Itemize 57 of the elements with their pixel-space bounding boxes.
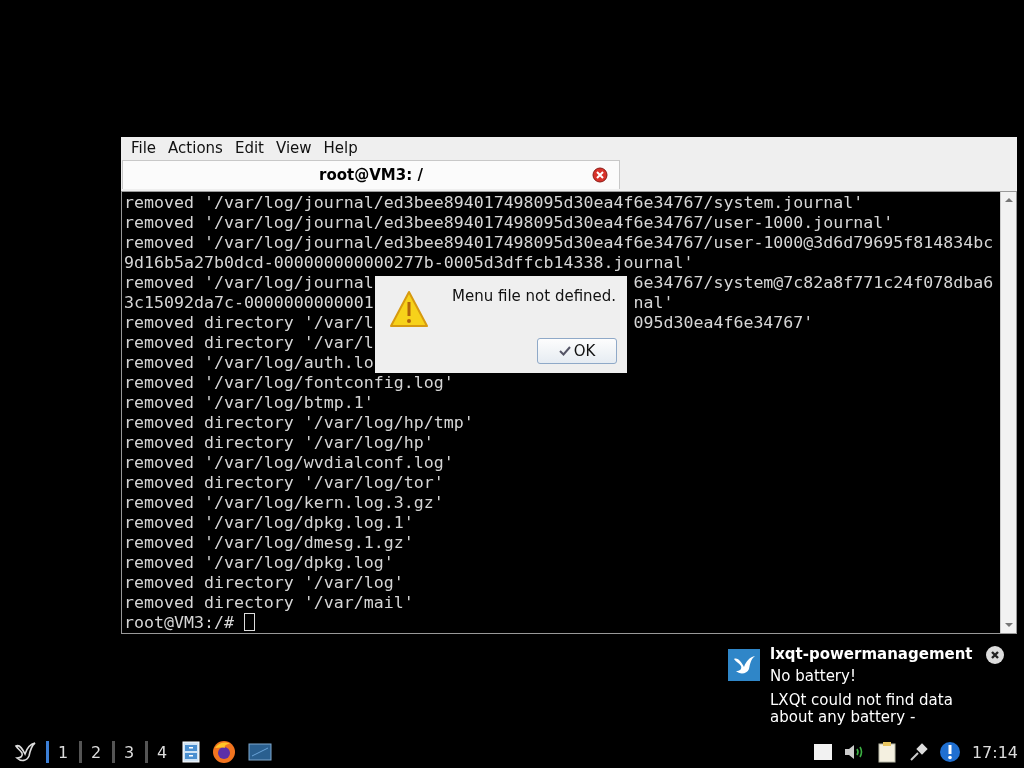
terminal-line: 3c15092da7c-0000000000001 bbox=[124, 293, 374, 312]
warning-icon bbox=[389, 290, 429, 328]
info-icon[interactable] bbox=[938, 741, 961, 763]
terminal-tab[interactable]: root@VM3: / bbox=[122, 160, 620, 189]
scroll-down-icon[interactable] bbox=[1003, 621, 1014, 629]
clock[interactable]: 17:14 bbox=[971, 742, 1018, 762]
desktop-switch-button[interactable]: 3 bbox=[112, 741, 143, 763]
browser-icon[interactable] bbox=[212, 740, 236, 764]
terminal-line: 6e34767/system@7c82a8f771c24f078dba6 bbox=[633, 273, 994, 293]
text-cursor bbox=[243, 613, 255, 631]
terminal-line: removed '/var/log/fontconfig.log' bbox=[124, 373, 454, 392]
bird-icon[interactable] bbox=[12, 740, 38, 764]
terminal-line: removed '/var/log/kern.log.3.gz' bbox=[124, 493, 444, 512]
menu-item[interactable]: Help bbox=[317, 138, 364, 157]
notification-body: LXQt could not find data about any battery - bbox=[770, 692, 954, 726]
monitor-icon[interactable] bbox=[248, 742, 272, 762]
terminal-line: removed directory '/var/mail' bbox=[124, 593, 414, 612]
terminal-line: removed '/var/log/dpkg.log.1' bbox=[124, 513, 414, 532]
check-icon bbox=[558, 346, 571, 356]
terminal-line: removed directory '/var/log/tor' bbox=[124, 473, 444, 492]
scrollbar[interactable] bbox=[1000, 192, 1016, 633]
scroll-up-icon[interactable] bbox=[1003, 196, 1014, 204]
terminal-line: removed '/var/log/dmesg.1.gz' bbox=[124, 533, 414, 552]
terminal-line: removed '/var/log/wvdialconf.log' bbox=[124, 453, 454, 472]
terminal-line: 095d30ea4f6e34767' bbox=[633, 313, 814, 333]
terminal-line: removed '/var/log/journal bbox=[124, 273, 374, 292]
desktop-switch-button[interactable]: 1 bbox=[46, 741, 77, 763]
menu-item[interactable]: Edit bbox=[228, 138, 270, 157]
terminal-line: removed '/var/log/btmp.1' bbox=[124, 393, 374, 412]
terminal-line: removed '/var/log/dpkg.log' bbox=[124, 553, 394, 572]
terminal-line: removed directory '/var/l bbox=[124, 333, 374, 352]
notification-title: lxqt-powermanagement bbox=[770, 645, 974, 663]
terminal-line: removed directory '/var/l bbox=[124, 313, 374, 332]
bird-icon bbox=[728, 649, 760, 681]
drive-icon[interactable] bbox=[812, 743, 833, 761]
shell-prompt: root@VM3:/# bbox=[124, 613, 235, 632]
menu-item[interactable]: Actions bbox=[162, 138, 229, 157]
file-cabinet-icon[interactable] bbox=[182, 741, 200, 763]
menu-item[interactable]: View bbox=[269, 138, 318, 157]
desktop-switch-button[interactable]: 4 bbox=[145, 741, 176, 763]
menu-item[interactable]: File bbox=[125, 138, 163, 157]
ok-button[interactable]: OK bbox=[537, 338, 617, 364]
terminal-line: 9d16b5a27b0dcd-000000000000277b-0005d3dffcb14338.journal' bbox=[124, 253, 694, 272]
desktop-switch-button[interactable]: 2 bbox=[79, 741, 110, 763]
terminal-line: nal' bbox=[633, 293, 674, 313]
notification-summary: No battery! bbox=[770, 668, 857, 685]
terminal-line: removed directory '/var/log' bbox=[124, 573, 404, 592]
close-icon[interactable] bbox=[592, 167, 608, 183]
terminal-line: removed '/var/log/journal/ed3bee894017498095d30ea4f6e34767/user-1000@3d6d79695f814834bc bbox=[124, 233, 994, 252]
terminal-line: removed '/var/log/journal/ed3bee894017498095d30ea4f6e34767/system.journal' bbox=[124, 193, 864, 212]
dialog-message: Menu file not defined. bbox=[452, 287, 617, 305]
terminal-line: removed '/var/log/auth.lo bbox=[124, 353, 374, 372]
terminal-line: removed directory '/var/log/hp/tmp' bbox=[124, 413, 474, 432]
terminal-line: removed directory '/var/log/hp' bbox=[124, 433, 434, 452]
clipboard-icon[interactable] bbox=[876, 741, 899, 763]
close-icon[interactable] bbox=[986, 646, 1004, 664]
terminal-line: removed '/var/log/journal/ed3bee894017498095d30ea4f6e34767/user-1000.journal' bbox=[124, 213, 894, 232]
